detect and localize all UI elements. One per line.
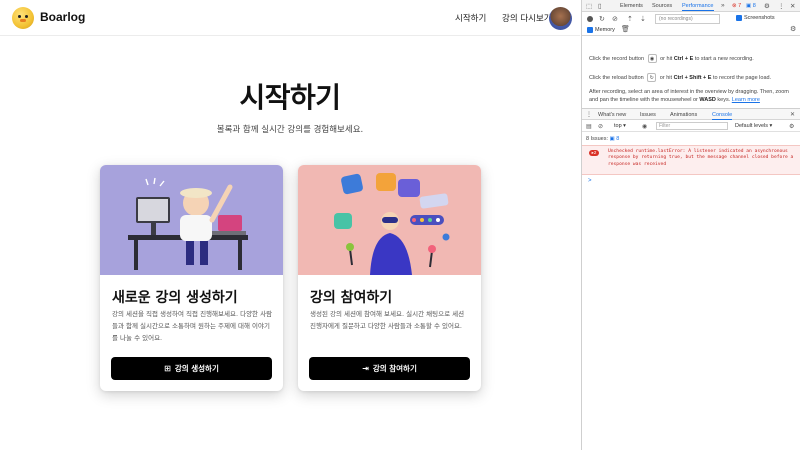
trash-icon[interactable]: 🗑	[621, 25, 630, 33]
settings-gear-icon[interactable]: ⚙	[764, 2, 770, 10]
memory-checkbox[interactable]	[587, 27, 593, 33]
console-filter-input[interactable]: Filter	[656, 122, 728, 130]
reload-instruction: Click the reload button ↻ or hit Ctrl + …	[589, 73, 771, 82]
page-subtitle: 볼록과 함께 실시간 강의를 경험해보세요.	[216, 125, 364, 135]
add-square-icon: ⊞	[164, 364, 171, 373]
card-description: 생성된 강의 세션에 참여해 보세요. 실시간 채팅으로 세션 진행자에게 질문…	[310, 310, 465, 330]
download-icon[interactable]: ⇣	[640, 15, 646, 23]
tab-performance[interactable]: Performance	[682, 3, 714, 11]
clear-icon[interactable]: ⊘	[612, 15, 618, 23]
drawer-tabbar: ⋮ What's new Issues Animations Console ✕	[582, 109, 800, 120]
learn-more-link[interactable]: Learn more	[732, 97, 760, 103]
memory-label: Memory	[595, 26, 615, 33]
top-nav: Boarlog 시작하기 강의 다시보기	[0, 0, 580, 36]
context-value: top	[614, 123, 622, 129]
record-icon[interactable]: ◉	[647, 54, 657, 63]
app-viewport: Boarlog 시작하기 강의 다시보기 시작하기 볼록과 함께 실시간 강의를…	[0, 0, 580, 450]
console-drawer: ⋮ What's new Issues Animations Console ✕…	[582, 108, 800, 450]
after-text-2: keys.	[717, 97, 731, 103]
screenshots-checkbox[interactable]	[736, 15, 742, 21]
info-count: 8	[752, 2, 756, 9]
create-lecture-button[interactable]: ⊞ 강의 생성하기	[111, 357, 272, 380]
sidebar-toggle-icon[interactable]: ▤	[586, 123, 592, 130]
log-levels-select[interactable]: Default levels ▾	[735, 123, 772, 129]
tab-issues[interactable]: Issues	[640, 112, 656, 118]
join-lecture-card: 강의 참여하기 생성된 강의 세션에 참여해 보세요. 실시간 채팅으로 세션 …	[298, 165, 481, 391]
error-repeat-badge: ▸2	[589, 150, 599, 156]
tab-elements[interactable]: Elements	[620, 3, 643, 9]
recording-select[interactable]: (no recordings)	[655, 14, 720, 24]
drawer-menu-icon[interactable]: ⋮	[586, 111, 592, 118]
card-description: 강의 세션을 직접 생성하여 직접 진행해보세요. 다양한 사람들과 함께 실시…	[112, 310, 273, 342]
tab-console[interactable]: Console	[712, 112, 733, 120]
logo-beak	[20, 19, 26, 22]
clear-console-icon[interactable]: ⊘	[598, 123, 603, 130]
console-prompt[interactable]: >	[588, 178, 592, 184]
screenshots-label: Screenshots	[744, 14, 775, 21]
performance-toolbar: ↻ ⊘ ⇡ ⇣ (no recordings) Screenshots Memo…	[582, 12, 800, 36]
live-expression-icon[interactable]: ◉	[642, 123, 647, 130]
button-label: 강의 참여하기	[372, 364, 417, 373]
nav-start-link[interactable]: 시작하기	[455, 12, 486, 24]
join-lecture-illustration	[298, 165, 481, 275]
record-text-1: Click the record button	[589, 55, 645, 62]
reload-record-icon[interactable]: ↻	[599, 15, 605, 23]
page-title: 시작하기	[239, 81, 341, 114]
more-options-icon[interactable]: ⋮	[778, 2, 785, 10]
record-text-2: or hit	[660, 55, 673, 62]
user-avatar[interactable]	[549, 7, 572, 30]
inspect-element-icon[interactable]: ⬚	[586, 2, 592, 10]
close-devtools-icon[interactable]: ✕	[790, 2, 795, 10]
card-title: 강의 참여하기	[310, 290, 393, 306]
issues-count: 8	[616, 136, 620, 142]
logo-eye-right	[25, 15, 28, 18]
issues-summary[interactable]: 8 Issues: ▣ 8	[586, 136, 619, 142]
levels-value: Default levels	[735, 123, 769, 129]
wasd-keys: WASD	[699, 97, 716, 103]
card-title: 새로운 강의 생성하기	[112, 290, 238, 306]
tab-sources[interactable]: Sources	[652, 3, 672, 9]
reload-text-1: Click the reload button	[589, 74, 644, 81]
console-toolbar: ▤ ⊘ top ▾ ◉ Filter Default levels ▾ ⚙	[582, 120, 800, 132]
reload-shortcut: Ctrl + Shift + E	[673, 74, 712, 81]
login-arrow-icon: ⇥	[362, 364, 369, 373]
record-instruction: Click the record button ◉ or hit Ctrl + …	[589, 54, 754, 63]
tab-animations[interactable]: Animations	[670, 112, 697, 118]
nav-rejoin-link[interactable]: 강의 다시보기	[502, 12, 552, 24]
devtools-panel: ⬚ ▯ Elements Sources Performance » ⊗ 7 ▣…	[581, 0, 800, 450]
more-tabs-icon[interactable]: »	[721, 2, 725, 9]
close-drawer-icon[interactable]: ✕	[790, 111, 795, 118]
reload-text-3: to record the page load.	[713, 74, 772, 81]
logo-eye-left	[18, 15, 21, 18]
record-text-3: to start a new recording.	[694, 55, 754, 62]
after-recording-instruction: After recording, select an area of inter…	[589, 88, 794, 104]
console-settings-icon[interactable]: ⚙	[789, 123, 794, 130]
create-lecture-card: 새로운 강의 생성하기 강의 세션을 직접 생성하여 직접 진행해보세요. 다양…	[100, 165, 283, 391]
error-text: Unchecked runtime.lastError: A listener …	[608, 149, 794, 167]
issues-label: 8 Issues:	[586, 136, 609, 142]
error-count-badge[interactable]: ⊗ 7	[732, 3, 741, 9]
reload-text-2: or hit	[659, 74, 673, 81]
upload-icon[interactable]: ⇡	[627, 15, 633, 23]
info-count-badge[interactable]: ▣ 8	[746, 3, 756, 9]
device-toggle-icon[interactable]: ▯	[598, 2, 602, 10]
error-repeat-count: 2	[593, 150, 597, 155]
error-count: 7	[738, 2, 742, 9]
button-label: 강의 생성하기	[174, 364, 219, 373]
join-lecture-button[interactable]: ⇥ 강의 참여하기	[309, 357, 470, 380]
reload-icon[interactable]: ↻	[647, 73, 657, 82]
brand-name[interactable]: Boarlog	[40, 10, 85, 24]
perf-settings-icon[interactable]: ⚙	[790, 25, 796, 33]
tab-whats-new[interactable]: What's new	[598, 112, 626, 118]
context-select[interactable]: top ▾	[614, 123, 626, 129]
boarlog-logo[interactable]	[12, 7, 34, 29]
console-error-message[interactable]: ▸2 Unchecked runtime.lastError: A listen…	[582, 145, 800, 175]
create-lecture-illustration	[100, 165, 283, 275]
record-shortcut: Ctrl + E	[673, 55, 694, 62]
issues-count-badge: ▣ 8	[609, 136, 620, 142]
record-button[interactable]	[587, 16, 593, 22]
devtools-tabbar: ⬚ ▯ Elements Sources Performance » ⊗ 7 ▣…	[582, 0, 800, 12]
